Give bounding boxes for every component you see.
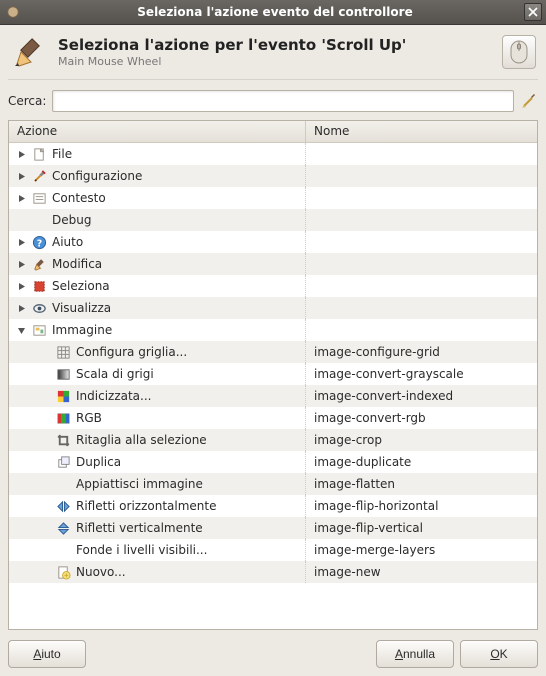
tree-row[interactable]: Modifica	[9, 253, 537, 275]
select-icon	[31, 278, 48, 295]
tree-child-row[interactable]: Configura griglia... image-configure-grid	[9, 341, 537, 363]
new-icon	[55, 564, 72, 581]
tree-label: Debug	[52, 213, 91, 227]
config-icon	[31, 168, 48, 185]
mouse-icon	[502, 35, 536, 69]
tree-child-row[interactable]: RGB image-convert-rgb	[9, 407, 537, 429]
tree-label: Scala di grigi	[76, 367, 154, 381]
tree-name: image-crop	[306, 433, 537, 447]
tree-name: image-flatten	[306, 477, 537, 491]
view-icon	[31, 300, 48, 317]
window-title: Seleziona l'azione evento del controllor…	[26, 5, 524, 19]
tree-label: Modifica	[52, 257, 102, 271]
tree-label: Fonde i livelli visibili...	[76, 543, 207, 557]
action-tree: Azione Nome File Configurazione Contesto De…	[8, 120, 538, 630]
svg-text:?: ?	[37, 238, 42, 249]
tree-name: image-new	[306, 565, 537, 579]
clear-search-icon[interactable]	[520, 92, 538, 110]
expander-closed-icon[interactable]	[15, 280, 27, 292]
help-icon: ?	[31, 234, 48, 251]
header-title: Seleziona l'azione per l'evento 'Scroll …	[58, 36, 492, 54]
tree-name: image-configure-grid	[306, 345, 537, 359]
tree-row[interactable]: ? Aiuto	[9, 231, 537, 253]
tree-label: Duplica	[76, 455, 121, 469]
context-icon	[31, 190, 48, 207]
tree-child-row[interactable]: Rifletti orizzontalmente image-flip-horiz…	[9, 495, 537, 517]
help-button[interactable]: Aiuto	[8, 640, 86, 668]
tree-child-row[interactable]: Ritaglia alla selezione image-crop	[9, 429, 537, 451]
tree-child-row[interactable]: Fonde i livelli visibili... image-merge-l…	[9, 539, 537, 561]
expander-closed-icon[interactable]	[15, 258, 27, 270]
gray-icon	[55, 366, 72, 383]
tree-child-row[interactable]: Indicizzata... image-convert-indexed	[9, 385, 537, 407]
tree-label: Rifletti verticalmente	[76, 521, 203, 535]
tree-body[interactable]: File Configurazione Contesto Debug? Aiuto Mod…	[9, 143, 537, 630]
tree-label: Configura griglia...	[76, 345, 187, 359]
pencil-icon	[10, 33, 48, 71]
tree-header: Azione Nome	[9, 121, 537, 143]
image-icon	[31, 322, 48, 339]
ok-button[interactable]: OK	[460, 640, 538, 668]
search-input[interactable]	[52, 90, 514, 112]
indexed-icon	[55, 388, 72, 405]
expander-closed-icon[interactable]	[15, 148, 27, 160]
edit-icon	[31, 256, 48, 273]
tree-name: image-flip-horizontal	[306, 499, 537, 513]
tree-row[interactable]: Seleziona	[9, 275, 537, 297]
expander-open-icon[interactable]	[15, 324, 27, 336]
tree-row[interactable]: Debug	[9, 209, 537, 231]
column-action[interactable]: Azione	[9, 121, 306, 142]
rgb-icon	[55, 410, 72, 427]
tree-child-row[interactable]: Rifletti verticalmente image-flip-vertica…	[9, 517, 537, 539]
tree-child-row[interactable]: Appiattisci immagine image-flatten	[9, 473, 537, 495]
tree-row[interactable]: Contesto	[9, 187, 537, 209]
tree-name: image-convert-indexed	[306, 389, 537, 403]
tree-row[interactable]: File	[9, 143, 537, 165]
expander-closed-icon[interactable]	[15, 302, 27, 314]
tree-row[interactable]: Configurazione	[9, 165, 537, 187]
tree-name: image-merge-layers	[306, 543, 537, 557]
crop-icon	[55, 432, 72, 449]
expander-closed-icon[interactable]	[15, 236, 27, 248]
grid-icon	[55, 344, 72, 361]
expander-closed-icon[interactable]	[15, 192, 27, 204]
tree-name: image-convert-rgb	[306, 411, 537, 425]
duplicate-icon	[55, 454, 72, 471]
tree-child-row[interactable]: Scala di grigi image-convert-grayscale	[9, 363, 537, 385]
title-bar: Seleziona l'azione evento del controllor…	[0, 0, 546, 25]
tree-label: Immagine	[52, 323, 112, 337]
tree-label: Contesto	[52, 191, 106, 205]
column-name[interactable]: Nome	[306, 121, 537, 142]
close-button[interactable]	[524, 3, 542, 21]
flipv-icon	[55, 520, 72, 537]
tree-name: image-flip-vertical	[306, 521, 537, 535]
tree-label: Rifletti orizzontalmente	[76, 499, 216, 513]
tree-label: Ritaglia alla selezione	[76, 433, 207, 447]
tree-label: Visualizza	[52, 301, 111, 315]
tree-label: Nuovo...	[76, 565, 126, 579]
tree-label: Aiuto	[52, 235, 83, 249]
tree-child-row[interactable]: Duplica image-duplicate	[9, 451, 537, 473]
cancel-button[interactable]: Annulla	[376, 640, 454, 668]
tree-name: image-convert-grayscale	[306, 367, 537, 381]
header-subtitle: Main Mouse Wheel	[58, 55, 492, 68]
search-label: Cerca:	[8, 94, 46, 108]
tree-label: Configurazione	[52, 169, 142, 183]
tree-label: RGB	[76, 411, 102, 425]
tree-row[interactable]: Visualizza	[9, 297, 537, 319]
tree-label: Seleziona	[52, 279, 110, 293]
tree-label: Indicizzata...	[76, 389, 151, 403]
tree-label: File	[52, 147, 72, 161]
expander-closed-icon[interactable]	[15, 170, 27, 182]
app-icon	[4, 3, 22, 21]
file-icon	[31, 146, 48, 163]
fliph-icon	[55, 498, 72, 515]
tree-row[interactable]: Immagine	[9, 319, 537, 341]
tree-child-row[interactable]: Nuovo... image-new	[9, 561, 537, 583]
dialog-header: Seleziona l'azione per l'evento 'Scroll …	[8, 31, 538, 80]
tree-name: image-duplicate	[306, 455, 537, 469]
tree-label: Appiattisci immagine	[76, 477, 203, 491]
